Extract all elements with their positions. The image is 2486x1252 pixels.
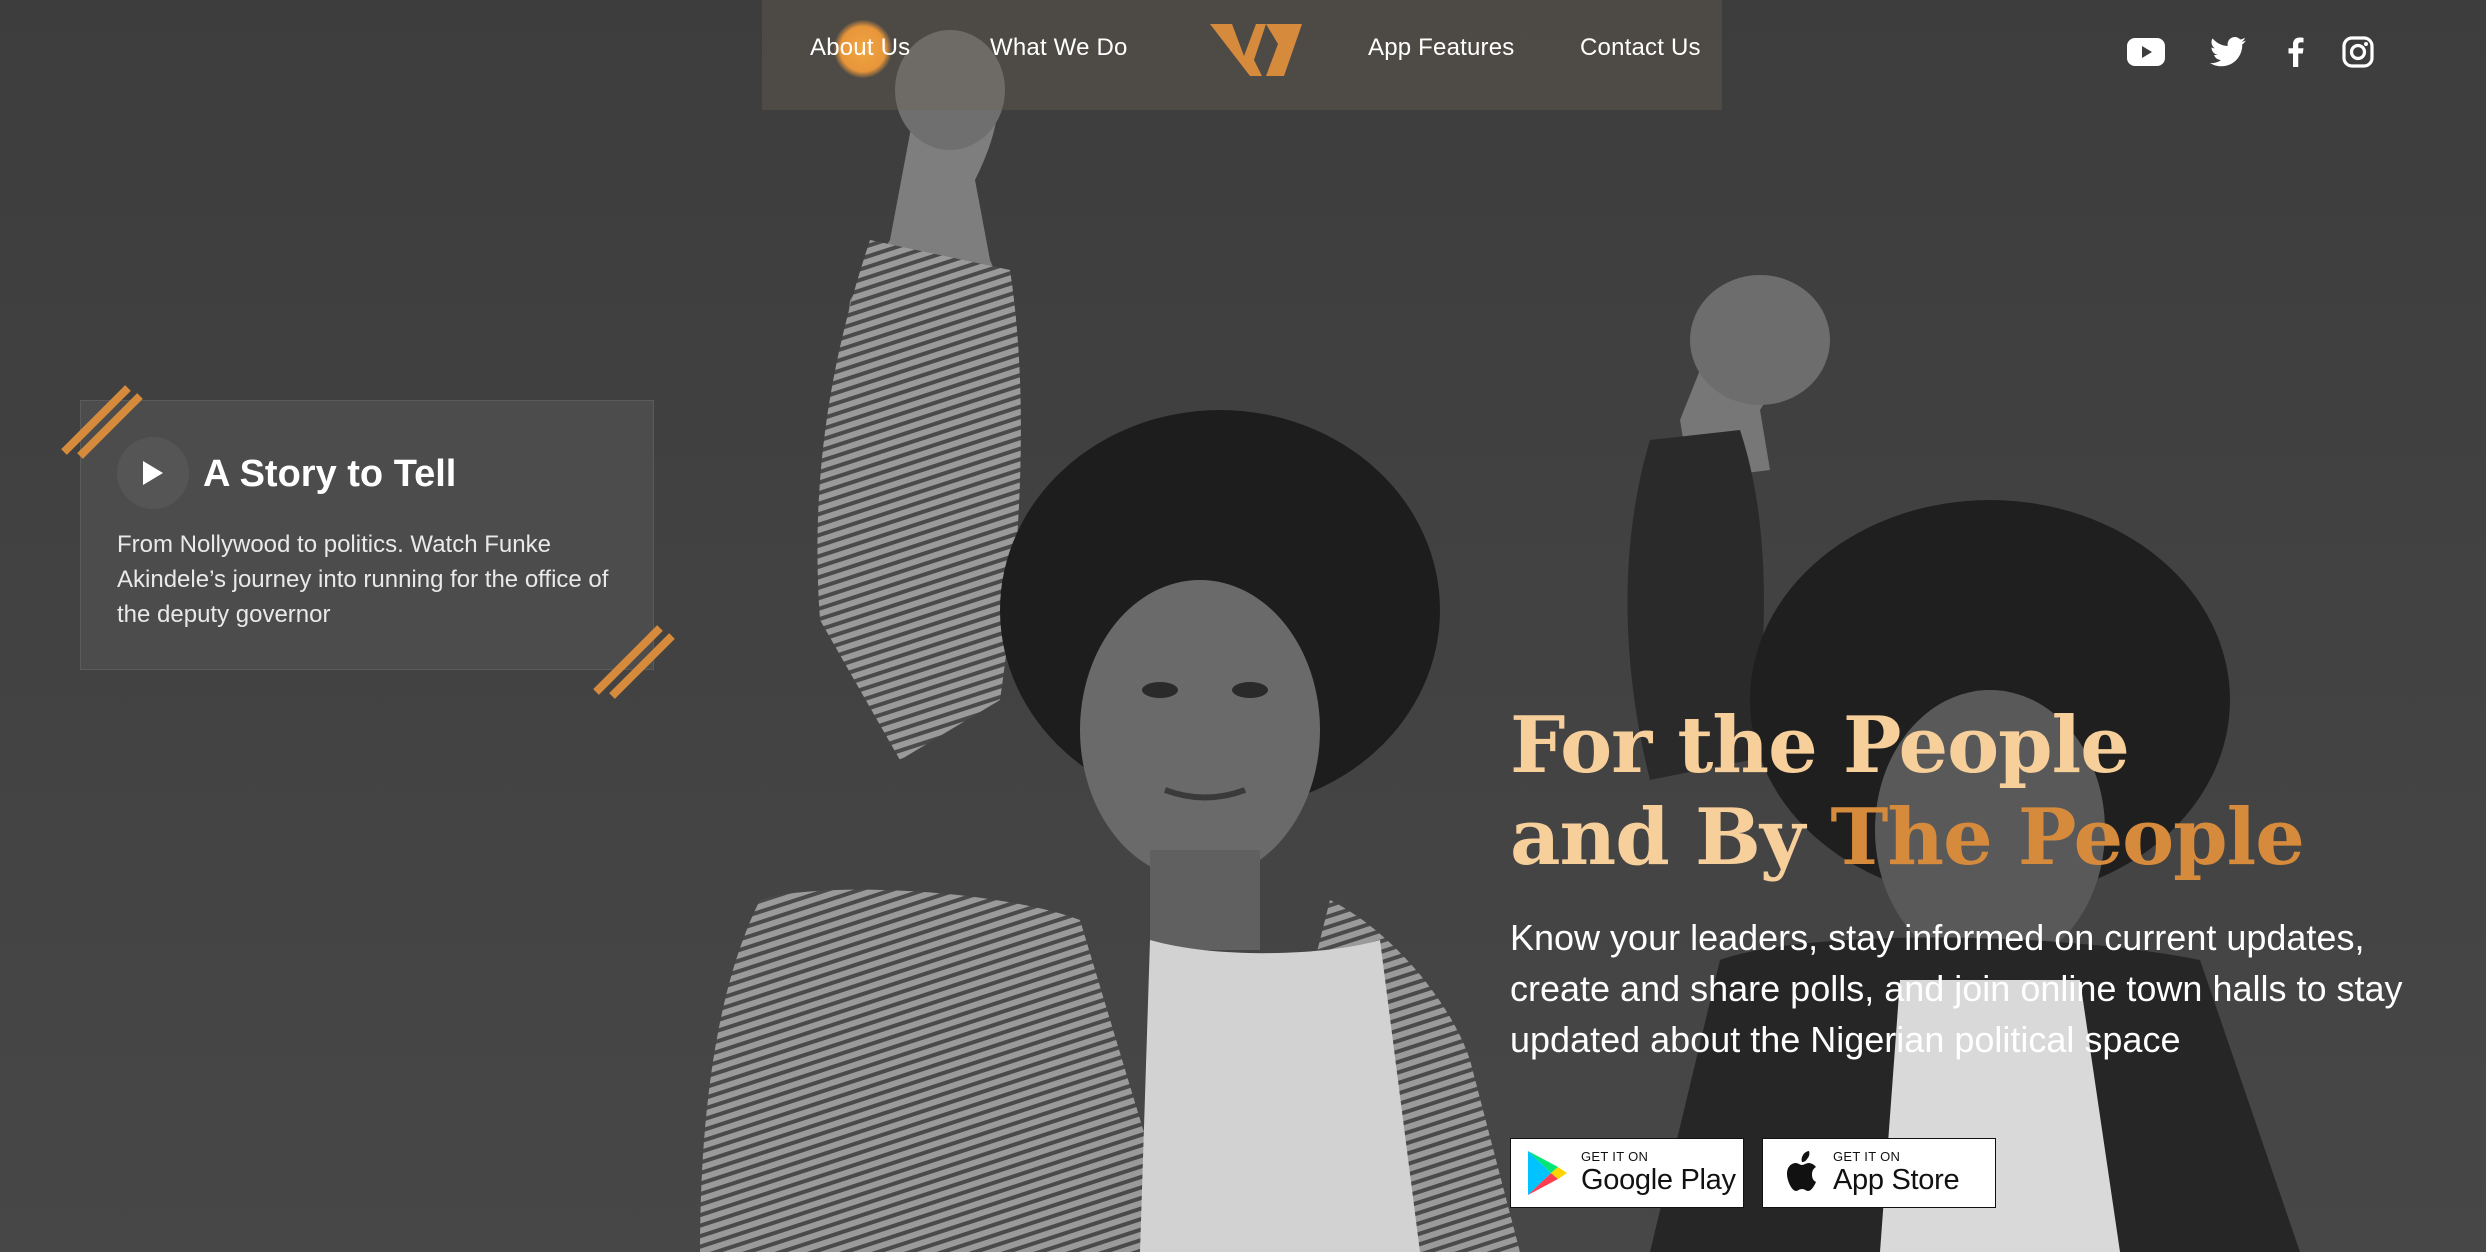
play-icon — [143, 461, 163, 485]
instagram-icon[interactable] — [2340, 32, 2376, 72]
google-play-icon — [1528, 1151, 1567, 1195]
logo[interactable] — [1210, 20, 1302, 80]
story-title: A Story to Tell — [203, 453, 457, 495]
nav-about-us[interactable]: About Us — [810, 34, 910, 62]
hero-headline: For the People and By The People — [1510, 700, 2305, 884]
story-card[interactable]: A Story to Tell From Nollywood to politi… — [80, 400, 654, 670]
story-description: From Nollywood to politics. Watch Funke … — [117, 531, 609, 628]
decor-stripes-bottom — [593, 625, 675, 699]
google-play-small: GET IT ON — [1581, 1149, 1649, 1164]
google-play-label: Google Play — [1581, 1164, 1736, 1196]
headline-line-1: For the People — [1510, 700, 2130, 791]
headline-line-2b: The People — [1830, 792, 2305, 883]
app-store-small: GET IT ON — [1833, 1149, 1901, 1164]
google-play-button[interactable]: GET IT ON Google Play — [1510, 1138, 1744, 1208]
nav-app-features[interactable]: App Features — [1368, 34, 1514, 62]
app-store-label: App Store — [1833, 1164, 1960, 1196]
twitter-icon[interactable] — [2208, 32, 2248, 72]
nav-what-we-do[interactable]: What We Do — [990, 34, 1128, 62]
facebook-icon[interactable] — [2284, 32, 2308, 72]
app-store-button[interactable]: GET IT ON App Store — [1762, 1138, 1996, 1208]
apple-icon — [1787, 1151, 1816, 1191]
headline-line-2a: and By — [1510, 792, 1831, 883]
youtube-icon[interactable] — [2124, 32, 2168, 72]
decor-stripes-top — [61, 385, 143, 459]
hero-subtext: Know your leaders, stay informed on curr… — [1510, 917, 2403, 1060]
nav-contact-us[interactable]: Contact Us — [1580, 34, 1701, 62]
